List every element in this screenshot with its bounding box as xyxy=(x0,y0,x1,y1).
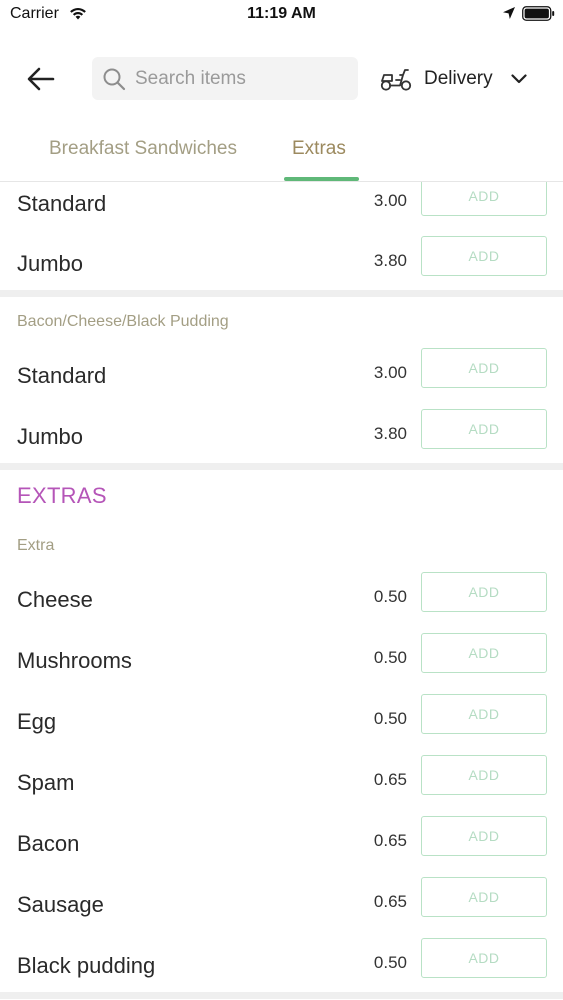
list-item: Black pudding 0.50 ADD xyxy=(0,938,563,999)
list-item: Bacon 0.65 ADD xyxy=(0,816,563,877)
group-label: Bacon/Cheese/Black Pudding xyxy=(17,313,229,330)
status-bar: Carrier 11:19 AM xyxy=(0,0,563,32)
item-name: Standard xyxy=(17,191,107,216)
list-item: Jumbo 3.80 ADD xyxy=(0,236,563,297)
list-item: Mushrooms 0.50 ADD xyxy=(0,633,563,694)
item-price: 0.65 xyxy=(373,831,407,850)
header: Delivery xyxy=(0,56,563,102)
item-price: 0.50 xyxy=(373,709,407,728)
item-price: 3.00 xyxy=(373,191,407,210)
section-divider xyxy=(0,463,563,470)
location-arrow-icon xyxy=(503,7,515,19)
list-item: Standard 3.00 ADD xyxy=(0,348,563,409)
search-icon xyxy=(103,68,126,90)
item-name: Mushrooms xyxy=(17,648,132,673)
item-price: 3.00 xyxy=(373,363,407,382)
item-name: Bacon xyxy=(17,831,80,856)
back-button[interactable] xyxy=(24,62,58,96)
item-name: Black pudding xyxy=(17,953,156,978)
list-item: Egg 0.50 ADD xyxy=(0,694,563,755)
list-item: Standard 3.00 ADD xyxy=(0,182,563,237)
menu-list[interactable]: Standard 3.00 ADD Jumbo 3.80 ADD Bacon/C… xyxy=(0,182,563,1000)
item-name: Cheese xyxy=(17,587,93,612)
search-input[interactable] xyxy=(135,67,345,90)
item-price: 0.50 xyxy=(373,648,407,667)
group-label: Extra xyxy=(17,537,55,554)
item-price: 0.50 xyxy=(373,953,407,972)
add-button[interactable]: ADD xyxy=(421,755,547,795)
battery-icon xyxy=(522,6,555,21)
delivery-selector[interactable]: Delivery xyxy=(380,62,527,96)
add-button[interactable]: ADD xyxy=(421,633,547,673)
section-divider xyxy=(0,290,563,297)
list-item: Cheese 0.50 ADD xyxy=(0,572,563,633)
add-button[interactable]: ADD xyxy=(421,816,547,856)
item-name: Standard xyxy=(17,363,107,388)
chevron-down-icon xyxy=(511,74,527,84)
list-item: Sausage 0.65 ADD xyxy=(0,877,563,938)
list-item: Jumbo 3.80 ADD xyxy=(0,409,563,470)
section-title-extras: EXTRAS xyxy=(17,483,107,508)
back-arrow-icon xyxy=(27,67,55,91)
category-tabs: Breakfast Sandwiches Extras xyxy=(0,128,563,182)
add-button[interactable]: ADD xyxy=(421,236,547,276)
item-name: Egg xyxy=(17,709,57,734)
active-tab-indicator xyxy=(284,177,359,181)
item-name: Spam xyxy=(17,770,75,795)
add-button[interactable]: ADD xyxy=(421,694,547,734)
item-price: 3.80 xyxy=(373,251,407,270)
add-button[interactable]: ADD xyxy=(421,182,547,216)
item-name: Jumbo xyxy=(17,251,84,276)
add-button[interactable]: ADD xyxy=(421,572,547,612)
item-name: Jumbo xyxy=(17,424,84,449)
item-price: 3.80 xyxy=(373,424,407,443)
section-divider xyxy=(0,992,563,999)
add-button[interactable]: ADD xyxy=(421,348,547,388)
item-name: Sausage xyxy=(17,892,104,917)
tab-extras[interactable]: Extras xyxy=(292,138,346,160)
item-price: 0.50 xyxy=(373,587,407,606)
add-button[interactable]: ADD xyxy=(421,409,547,449)
add-button[interactable]: ADD xyxy=(421,938,547,978)
item-price: 0.65 xyxy=(373,770,407,789)
item-price: 0.65 xyxy=(373,892,407,911)
tab-breakfast-sandwiches[interactable]: Breakfast Sandwiches xyxy=(49,138,237,160)
scooter-icon xyxy=(380,69,412,91)
status-time: 11:19 AM xyxy=(247,5,316,22)
delivery-label: Delivery xyxy=(424,68,493,89)
search-box[interactable] xyxy=(92,57,358,100)
add-button[interactable]: ADD xyxy=(421,877,547,917)
list-item: Spam 0.65 ADD xyxy=(0,755,563,816)
